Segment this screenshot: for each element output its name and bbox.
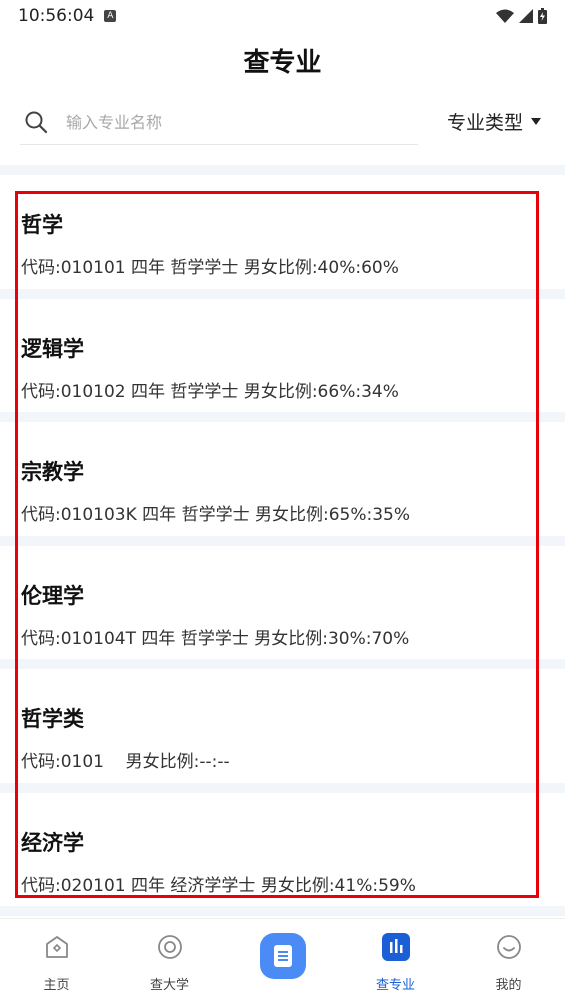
battery-icon [538,8,547,24]
nav-mine-label: 我的 [495,978,522,993]
major-info: 代码:020101 四年 经济学学士 男女比例:41%:59% [21,875,416,896]
major-name: 宗教学 [21,460,84,484]
nav-center-button[interactable] [226,919,339,1005]
status-bar: 10:56:04 A [0,0,565,32]
caret-down-icon [531,118,541,125]
list-item[interactable]: 经济学 代码:020101 四年 经济学学士 男女比例:41%:59% [0,793,565,907]
search-box[interactable] [20,100,418,145]
major-info: 代码:010104T 四年 哲学学士 男女比例:30%:70% [21,628,410,649]
major-type-filter[interactable]: 专业类型 [447,108,541,135]
signal-icon [519,9,533,23]
nav-major-label: 查专业 [375,978,415,993]
list-item[interactable]: 宗教学 代码:010103K 四年 哲学学士 男女比例:65%:35% [0,422,565,536]
list-separator [0,782,565,793]
notification-icon: A [104,10,117,22]
list-separator [0,412,565,422]
list-item[interactable]: 哲学 代码:010101 四年 哲学学士 男女比例:40%:60% [0,175,565,289]
list-separator [0,535,565,546]
list-item[interactable]: 哲学类 代码:0101 男女比例:--:-- [0,669,565,783]
bar-chart-icon [381,933,410,961]
major-name: 哲学 [21,213,63,237]
major-info: 代码:010103K 四年 哲学学士 男女比例:65%:35% [21,505,411,525]
page-title: 查专业 [243,48,322,78]
list-separator [0,906,565,916]
status-right [496,8,547,24]
list-item[interactable]: 逻辑学 代码:010102 四年 哲学学士 男女比例:66%:34% [0,299,565,413]
center-action-button[interactable] [259,933,306,979]
nav-mine[interactable]: 我的 [452,919,565,1005]
nav-university-label: 查大学 [149,978,189,993]
major-name: 哲学类 [21,707,84,731]
nav-home-label: 主页 [43,978,70,993]
document-icon [273,945,292,967]
search-icon [25,111,48,134]
wifi-icon [496,9,514,23]
list-separator [0,659,565,669]
major-info: 代码:010101 四年 哲学学士 男女比例:40%:60% [21,258,399,278]
major-type-filter-label: 专业类型 [446,112,523,134]
nav-major[interactable]: 查专业 [339,919,452,1005]
nav-home[interactable]: 主页 [0,919,113,1005]
major-info: 代码:010102 四年 哲学学士 男女比例:66%:34% [21,381,399,402]
status-time: 10:56:04 [18,6,95,26]
major-name: 经济学 [21,830,84,855]
list-separator [0,288,565,299]
major-info: 代码:0101 男女比例:--:-- [21,752,230,772]
search-input[interactable] [64,111,388,133]
major-name: 伦理学 [21,583,84,608]
status-left: 10:56:04 A [18,6,117,26]
nav-university[interactable]: 查大学 [113,919,226,1005]
home-icon [45,936,68,958]
bottom-nav: 主页 查大学 查专业 我的 [0,918,565,1005]
target-icon [157,935,182,959]
list-separator [0,165,565,175]
major-name: 逻辑学 [21,336,84,361]
major-list: 哲学 代码:010101 四年 哲学学士 男女比例:40%:60% 逻辑学 代码… [0,165,565,916]
smile-icon [496,935,521,959]
list-item[interactable]: 伦理学 代码:010104T 四年 哲学学士 男女比例:30%:70% [0,546,565,660]
